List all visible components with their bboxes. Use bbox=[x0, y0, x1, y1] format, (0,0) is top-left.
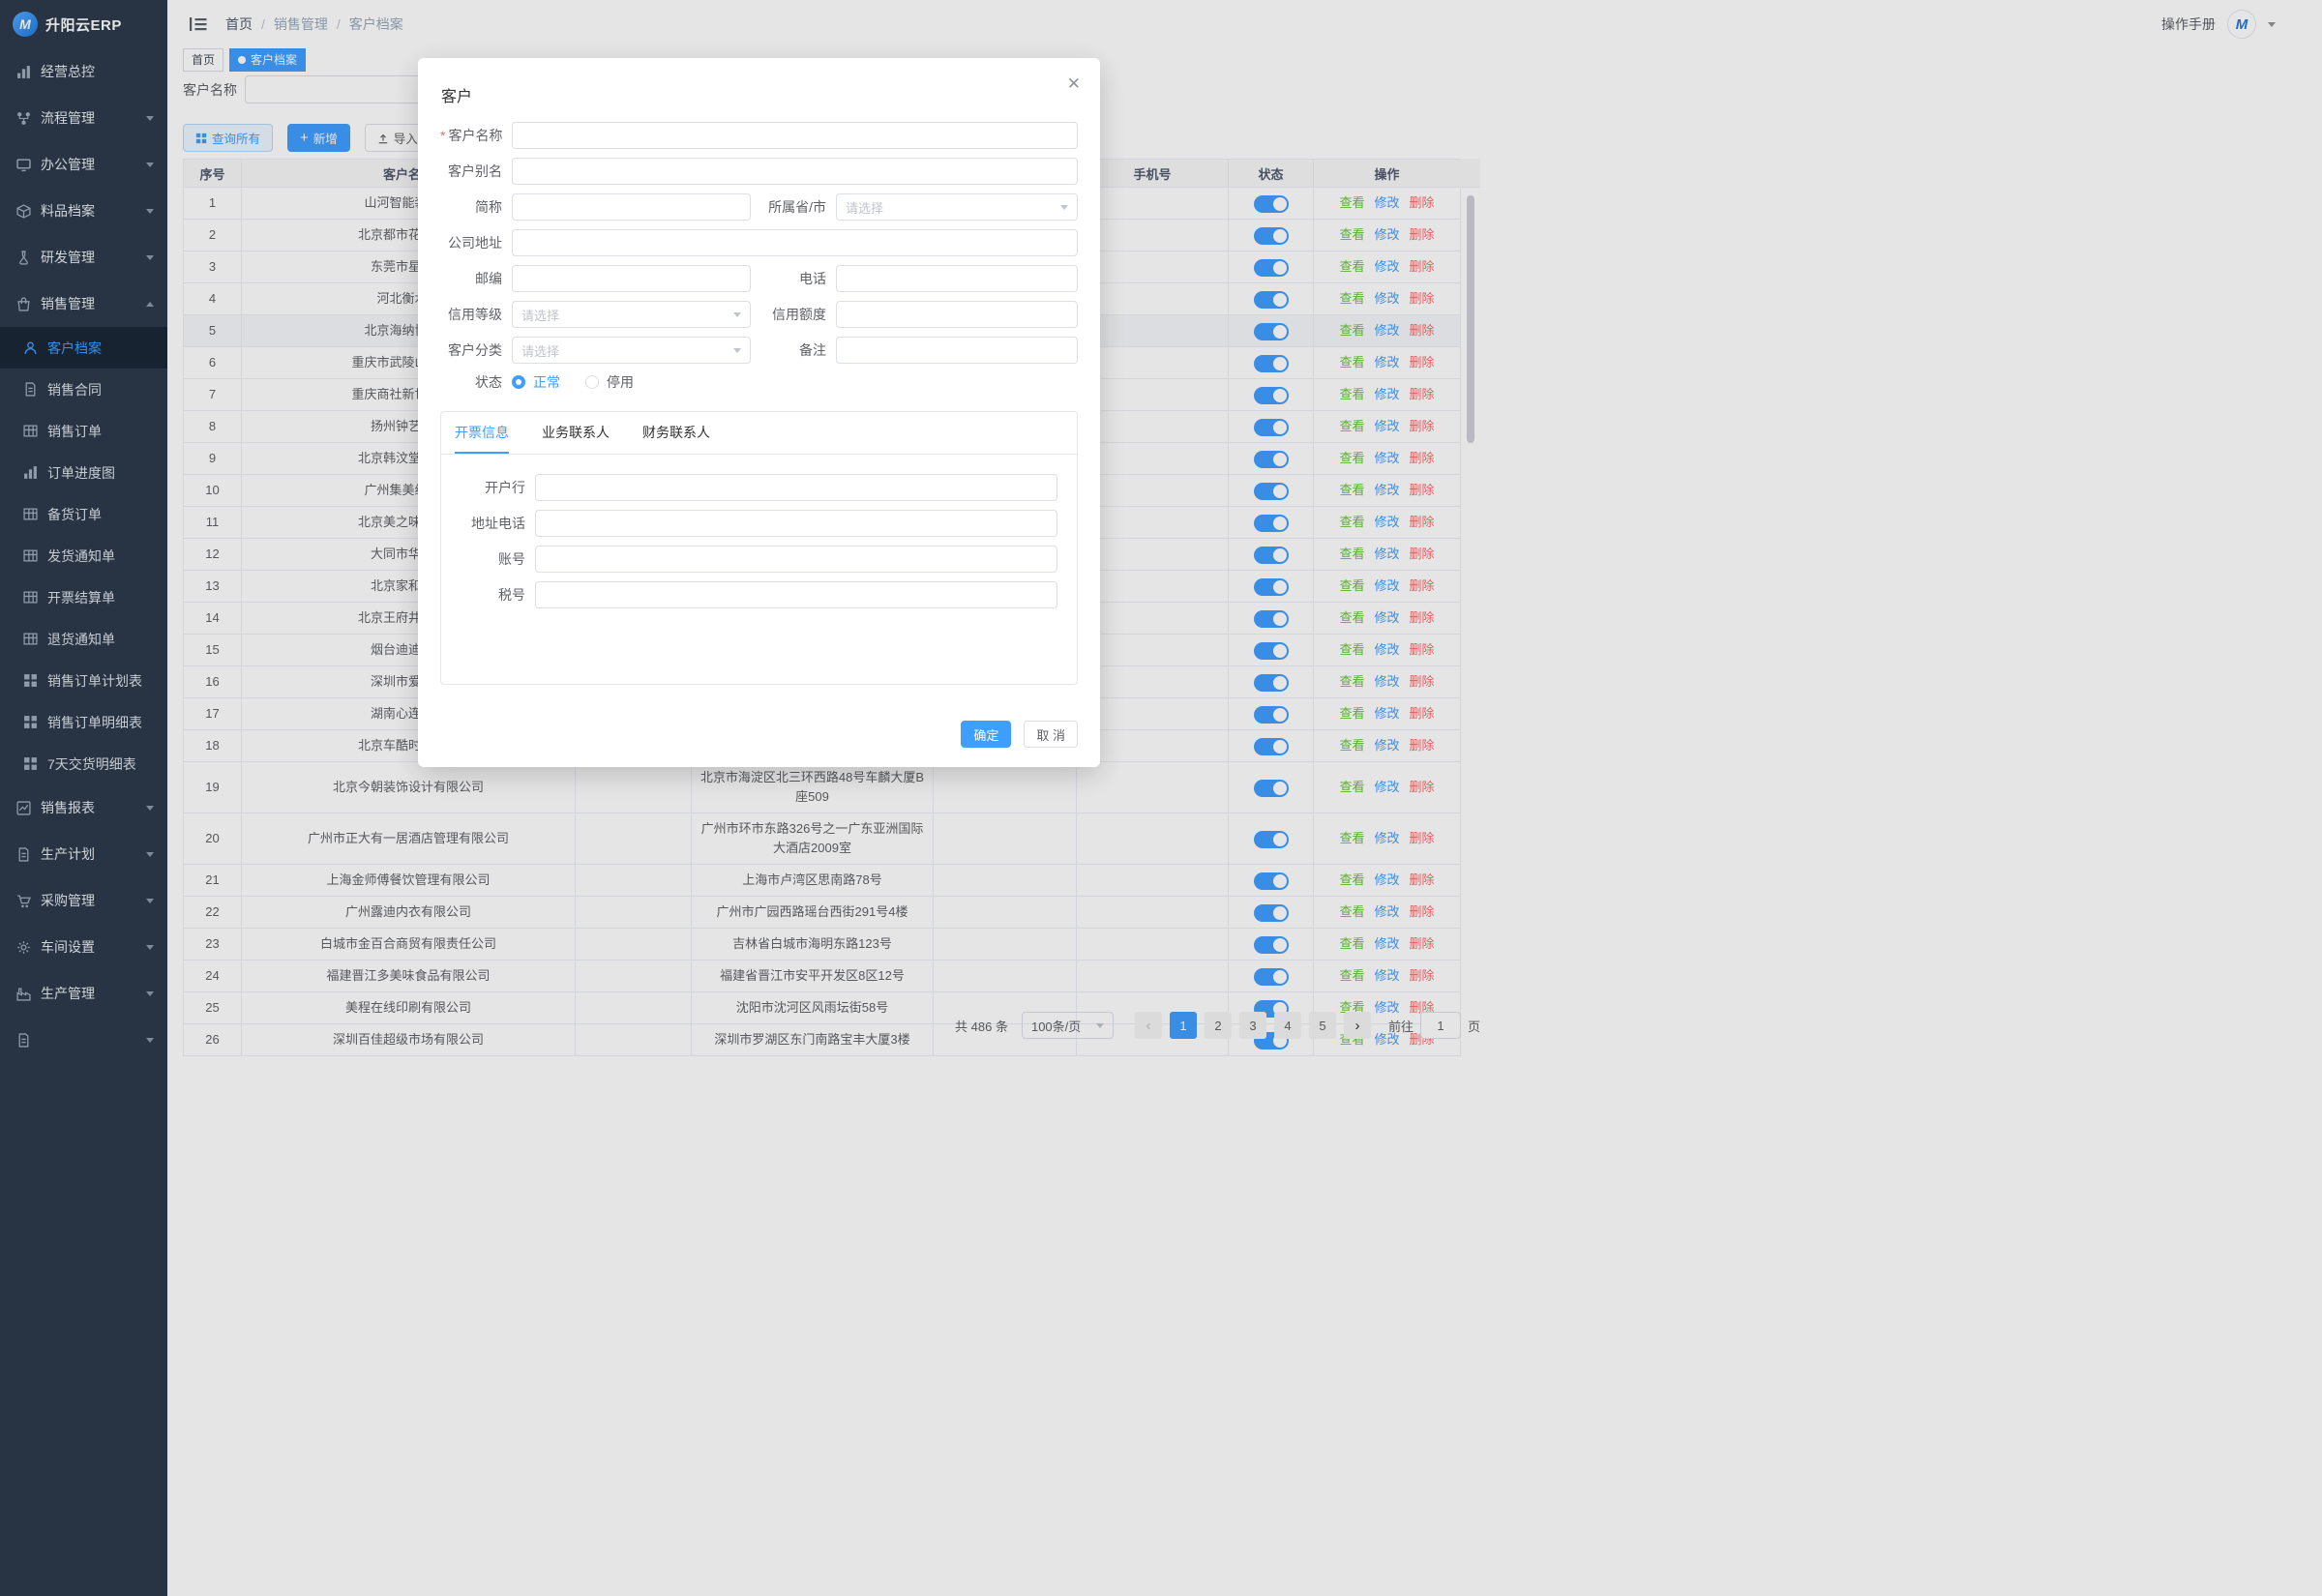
required-star: * bbox=[440, 128, 445, 143]
status-radio-group: 正常 停用 bbox=[512, 372, 634, 392]
invoice-field-row: 地址电话 bbox=[455, 510, 1057, 537]
short-name-input[interactable] bbox=[512, 193, 751, 221]
customer-alias-input[interactable] bbox=[512, 158, 1078, 185]
status-label: 状态 bbox=[440, 372, 512, 392]
status-disabled-label: 停用 bbox=[607, 372, 634, 392]
customer-alias-label: 客户别名 bbox=[440, 162, 512, 181]
invoice-field-row: 税号 bbox=[455, 581, 1057, 608]
customer-name-input[interactable] bbox=[512, 122, 1078, 149]
category-placeholder: 请选择 bbox=[521, 341, 559, 360]
status-normal-radio[interactable]: 正常 bbox=[512, 372, 560, 392]
province-label: 所属省/市 bbox=[751, 197, 836, 217]
status-normal-label: 正常 bbox=[533, 372, 560, 392]
contact-tabs-panel: 开票信息 业务联系人 财务联系人 开户行地址电话账号税号 bbox=[440, 411, 1078, 685]
province-select[interactable]: 请选择 bbox=[836, 193, 1078, 221]
bank-input-label: 开户行 bbox=[455, 478, 535, 497]
chevron-down-icon bbox=[733, 348, 741, 353]
radio-dot bbox=[512, 375, 525, 389]
zip-label: 邮编 bbox=[440, 269, 512, 288]
tab-finance-contact[interactable]: 财务联系人 bbox=[642, 412, 710, 454]
remark-label: 备注 bbox=[751, 340, 836, 360]
cancel-button[interactable]: 取 消 bbox=[1024, 721, 1078, 748]
address-phone-input-label: 地址电话 bbox=[455, 514, 535, 533]
account-input-label: 账号 bbox=[455, 549, 535, 569]
zip-input[interactable] bbox=[512, 265, 751, 292]
modal-overlay[interactable] bbox=[0, 0, 2322, 1596]
company-address-label: 公司地址 bbox=[440, 233, 512, 252]
tax-input[interactable] bbox=[535, 581, 1057, 608]
tax-input-label: 税号 bbox=[455, 585, 535, 605]
customer-category-select[interactable]: 请选择 bbox=[512, 337, 751, 364]
phone-input[interactable] bbox=[836, 265, 1078, 292]
radio-dot bbox=[585, 375, 599, 389]
remark-input[interactable] bbox=[836, 337, 1078, 364]
account-input[interactable] bbox=[535, 546, 1057, 573]
close-icon[interactable]: ✕ bbox=[1067, 75, 1081, 92]
invoice-field-row: 账号 bbox=[455, 546, 1057, 573]
chevron-down-icon bbox=[1060, 205, 1068, 210]
credit-level-select[interactable]: 请选择 bbox=[512, 301, 751, 328]
customer-form: *客户名称 客户别名 简称 所属省/市 请选择 公司地址 邮编 电话 bbox=[418, 122, 1100, 392]
phone-label: 电话 bbox=[751, 269, 836, 288]
address-phone-input[interactable] bbox=[535, 510, 1057, 537]
company-address-input[interactable] bbox=[512, 229, 1078, 256]
customer-modal: ✕ 客户 *客户名称 客户别名 简称 所属省/市 请选择 公司地址 邮编 电话 bbox=[418, 58, 1100, 767]
short-name-label: 简称 bbox=[440, 197, 512, 217]
contact-tabs: 开票信息 业务联系人 财务联系人 bbox=[441, 412, 1077, 455]
credit-level-placeholder: 请选择 bbox=[521, 306, 559, 324]
modal-title: 客户 bbox=[418, 58, 1100, 122]
customer-name-label: *客户名称 bbox=[440, 126, 512, 145]
province-placeholder: 请选择 bbox=[846, 198, 883, 217]
invoice-form: 开户行地址电话账号税号 bbox=[441, 455, 1077, 608]
credit-level-label: 信用等级 bbox=[440, 305, 512, 324]
modal-footer: 确定 取 消 bbox=[418, 685, 1100, 748]
status-disabled-radio[interactable]: 停用 bbox=[585, 372, 634, 392]
chevron-down-icon bbox=[733, 312, 741, 317]
credit-amount-label: 信用额度 bbox=[751, 305, 836, 324]
confirm-button[interactable]: 确定 bbox=[961, 721, 1011, 748]
tab-invoice-info[interactable]: 开票信息 bbox=[455, 412, 509, 454]
credit-amount-input[interactable] bbox=[836, 301, 1078, 328]
customer-category-label: 客户分类 bbox=[440, 340, 512, 360]
bank-input[interactable] bbox=[535, 474, 1057, 501]
tab-business-contact[interactable]: 业务联系人 bbox=[542, 412, 610, 454]
invoice-field-row: 开户行 bbox=[455, 474, 1057, 501]
